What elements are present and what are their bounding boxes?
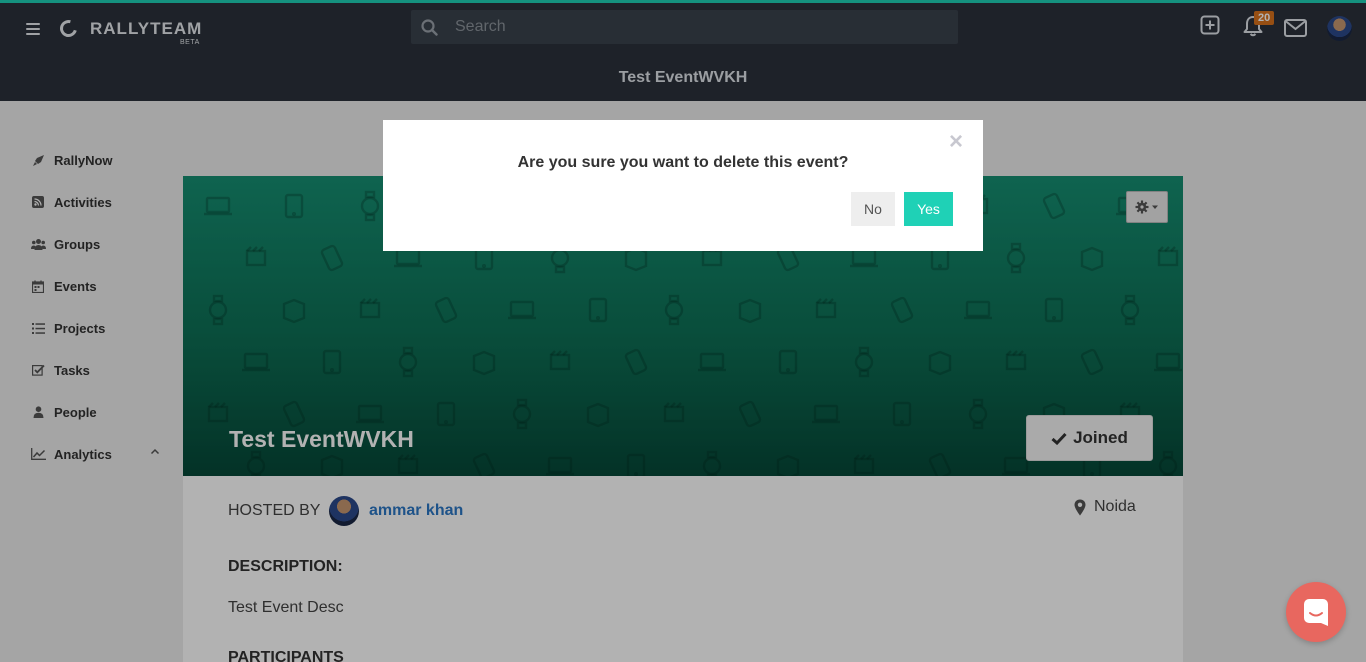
delete-confirm-modal: × Are you sure you want to delete this e…	[383, 120, 983, 251]
no-button[interactable]: No	[851, 192, 895, 226]
modal-question: Are you sure you want to delete this eve…	[517, 154, 849, 171]
chat-icon	[1304, 599, 1328, 626]
modal-backdrop[interactable]	[0, 0, 1366, 662]
chat-launcher-button[interactable]	[1286, 582, 1346, 642]
close-icon[interactable]: ×	[949, 130, 963, 154]
yes-button[interactable]: Yes	[904, 192, 953, 226]
